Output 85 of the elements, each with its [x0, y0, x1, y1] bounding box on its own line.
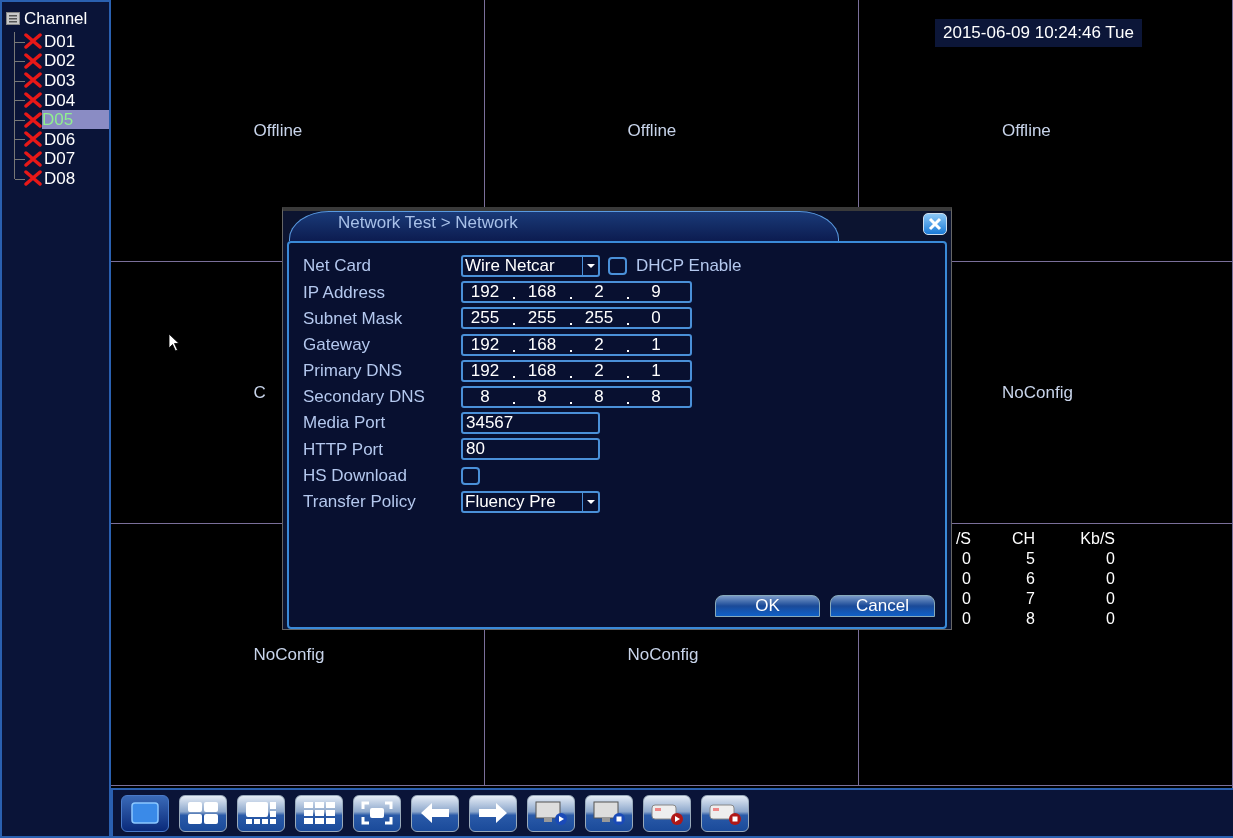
dropdown[interactable]: Wire Netcar — [461, 255, 600, 278]
table-cell-text: 5 — [1025, 549, 1035, 569]
toolbar-button[interactable] — [643, 794, 691, 832]
table-cell-text: 0 — [961, 549, 971, 569]
tree-line — [14, 31, 24, 52]
tree-line — [14, 129, 24, 150]
camera-status: NoConfig — [627, 643, 700, 666]
caret-icon — [585, 498, 596, 505]
toolbar-button[interactable] — [527, 794, 575, 832]
tree-line — [14, 90, 24, 110]
column-header: /S — [954, 529, 971, 549]
table-cell-text: 0 — [961, 609, 971, 629]
table-cell-text: 0 — [1105, 589, 1115, 609]
dialog-button[interactable]: Cancel — [830, 595, 935, 617]
toolbar-button[interactable] — [585, 794, 633, 832]
field-label: HTTP Port — [303, 438, 384, 461]
input-field[interactable]: 34567 — [461, 412, 600, 435]
quad-view-icon — [186, 800, 220, 826]
dropdown[interactable]: Fluency Pre — [461, 490, 600, 513]
close-button[interactable] — [923, 213, 947, 235]
field-label: Media Port — [303, 412, 387, 435]
tree-line — [14, 70, 24, 91]
field-label: Net Card — [303, 255, 373, 278]
toolbar-button[interactable] — [179, 794, 227, 832]
ip-field[interactable]: 8 8 8 8 — [461, 386, 692, 409]
checkbox[interactable] — [461, 466, 480, 485]
field-label: Secondary DNS — [303, 386, 426, 409]
field-label: Primary DNS — [303, 360, 404, 383]
field-label: Gateway — [303, 333, 372, 356]
single-view-icon — [128, 800, 162, 826]
six-view-icon — [244, 800, 278, 826]
camera-status: NoConfig — [253, 643, 326, 666]
field-label: Subnet Mask — [303, 307, 404, 330]
table-cell-text: 0 — [961, 569, 971, 589]
table-cell-text: 6 — [1025, 569, 1035, 589]
table-cell-text: 0 — [1105, 569, 1115, 589]
channel-item[interactable]: D01 — [42, 31, 78, 51]
toolbar-button[interactable] — [411, 794, 459, 832]
channel-item[interactable]: D07 — [42, 149, 78, 169]
caret-icon — [585, 263, 596, 270]
cursor-icon — [168, 333, 180, 353]
ip-field[interactable]: 255 255 255 0 — [461, 307, 692, 330]
table-cell-text: 0 — [1105, 609, 1115, 629]
channel-item[interactable]: D04 — [42, 90, 78, 110]
datetime-label: 2015-06-09 10:24:46 Tue — [935, 19, 1142, 47]
ip-field[interactable]: 192 168 2 1 — [461, 359, 692, 382]
table-cell-text: 0 — [1105, 549, 1115, 569]
checkbox-label: DHCP Enable — [636, 255, 742, 278]
checkbox[interactable] — [608, 257, 627, 276]
tree-root-label[interactable]: Channel — [24, 6, 88, 32]
monitor-play-icon — [534, 800, 568, 826]
field-label: Transfer Policy — [303, 491, 417, 514]
channel-item[interactable]: D03 — [42, 71, 78, 90]
channel-item[interactable]: D02 — [42, 51, 78, 71]
camera-status: Offline — [1002, 119, 1052, 142]
camera-status: Offline — [627, 119, 678, 142]
field-label: IP Address — [303, 281, 386, 304]
fullscreen-icon — [360, 800, 394, 826]
monitor-stop-icon — [592, 800, 626, 826]
tree-line — [14, 51, 24, 71]
toolbar-button[interactable] — [121, 794, 169, 832]
channel-item[interactable]: D08 — [42, 168, 78, 188]
toolbar-button[interactable] — [295, 794, 343, 832]
close-icon — [928, 217, 942, 231]
toolbar-button[interactable] — [701, 794, 749, 832]
channel-item[interactable]: D06 — [42, 129, 78, 149]
toolbar-button[interactable] — [353, 794, 401, 832]
input-field[interactable]: 80 — [461, 438, 600, 461]
toolbar-button[interactable] — [237, 794, 285, 832]
camera-status: NoConfig — [1002, 381, 1074, 404]
tree-line — [14, 109, 24, 130]
column-header: Kb/S — [1079, 529, 1115, 549]
table-cell-text: 8 — [1025, 609, 1035, 629]
dialog-button[interactable]: OK — [715, 595, 820, 617]
list-icon — [6, 12, 20, 26]
table-cell-text: 0 — [961, 589, 971, 609]
column-header: CH — [1010, 529, 1035, 549]
nine-view-icon — [302, 800, 336, 826]
camera-status: Offline — [253, 119, 304, 142]
table-cell-text: 7 — [1025, 589, 1035, 609]
ip-field[interactable]: 192 168 2 9 — [461, 281, 692, 304]
toolbar-button[interactable] — [469, 794, 517, 832]
ip-field[interactable]: 192 168 2 1 — [461, 333, 692, 356]
dialog-title: Network Test > Network — [289, 211, 839, 241]
field-label: HS Download — [303, 464, 408, 487]
